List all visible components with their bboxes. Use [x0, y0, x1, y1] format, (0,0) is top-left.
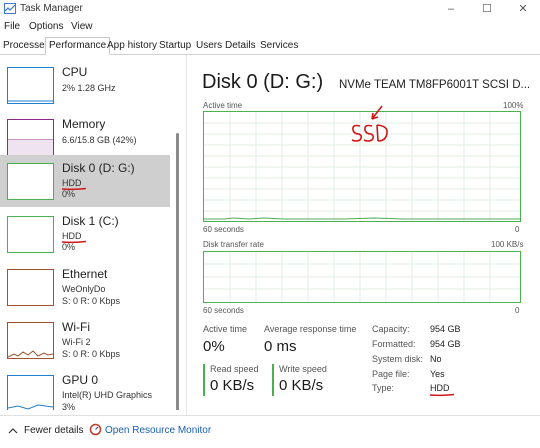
- type-value: HDD: [430, 383, 450, 393]
- minimize-button[interactable]: –: [436, 0, 466, 18]
- sidebar-item-detail: 6.6/15.8 GB (42%): [62, 135, 137, 145]
- resource-sidebar: CPU 2% 1.28 GHz Memory 6.6/15.8 GB (42%)…: [0, 55, 183, 410]
- disk-0-thumbnail-graph: [7, 163, 54, 200]
- sidebar-item-throughput: S: 0 R: 0 Kbps: [62, 349, 121, 359]
- capacity-value: 954 GB: [430, 324, 461, 334]
- write-speed-label: Write speed: [279, 364, 327, 374]
- ssd-handwritten-annotation: [351, 105, 388, 142]
- title-bar: Task Manager – ☐ ✕: [0, 0, 540, 18]
- red-underline-annotation: [61, 187, 87, 191]
- sidebar-item-label: Disk 0 (D: G:): [62, 161, 135, 175]
- capacity-label: Capacity:: [372, 324, 410, 334]
- avg-response-label: Average response time: [264, 324, 357, 334]
- active-time-graph-duration: 60 seconds: [203, 225, 244, 234]
- chevron-up-icon[interactable]: [8, 428, 18, 434]
- tab-users[interactable]: Users: [196, 39, 222, 54]
- tab-bar: Processes Performance App history Startu…: [0, 37, 540, 55]
- active-time-value: 0%: [203, 338, 225, 355]
- transfer-rate-graph: [203, 251, 521, 303]
- write-speed-indicator: [272, 364, 274, 396]
- red-underline-annotation: [61, 240, 87, 244]
- gpu-thumbnail-graph: [7, 375, 54, 410]
- wifi-thumbnail-graph: [7, 322, 54, 359]
- sidebar-item-ethernet[interactable]: Ethernet WeOnlyDo S: 0 R: 0 Kbps: [0, 261, 170, 313]
- write-speed-value: 0 KB/s: [279, 377, 324, 394]
- active-time-label: Active time: [203, 324, 248, 334]
- sidebar-item-gpu-0[interactable]: GPU 0 Intel(R) UHD Graphics 3%: [0, 367, 170, 410]
- red-underline-annotation: [429, 393, 455, 397]
- avg-response-value: 0 ms: [264, 338, 297, 355]
- sidebar-item-wifi[interactable]: Wi-Fi Wi-Fi 2 S: 0 R: 0 Kbps: [0, 314, 170, 366]
- tab-services[interactable]: Services: [260, 39, 298, 54]
- cpu-thumbnail-graph: [7, 67, 54, 104]
- tab-details[interactable]: Details: [225, 39, 256, 54]
- tab-app-history[interactable]: App history: [107, 39, 157, 54]
- read-speed-value: 0 KB/s: [210, 377, 255, 394]
- footer: Fewer details Open Resource Monitor: [0, 415, 540, 448]
- read-speed-label: Read speed: [210, 364, 259, 374]
- memory-thumbnail-graph: [7, 119, 54, 156]
- disk-1-thumbnail-graph: [7, 216, 54, 253]
- sidebar-item-label: GPU 0: [62, 373, 99, 387]
- disk-title: Disk 0 (D: G:): [202, 71, 324, 93]
- sidebar-item-detail: 2% 1.28 GHz: [62, 83, 116, 93]
- sidebar-scrollbar[interactable]: [175, 115, 181, 410]
- transfer-rate-graph-duration: 60 seconds: [203, 306, 244, 315]
- transfer-rate-graph-min: 0: [515, 306, 520, 315]
- page-file-value: Yes: [430, 369, 445, 379]
- tab-processes[interactable]: Processes: [3, 39, 50, 54]
- sidebar-item-adapter: Intel(R) UHD Graphics: [62, 390, 153, 400]
- ethernet-thumbnail-graph: [7, 269, 54, 306]
- resource-monitor-icon[interactable]: [89, 423, 102, 436]
- scrollbar-thumb[interactable]: [176, 133, 179, 410]
- tab-startup[interactable]: Startup: [159, 39, 191, 54]
- transfer-rate-graph-max: 100 KB/s: [491, 240, 524, 249]
- sidebar-item-label: Ethernet: [62, 267, 108, 281]
- menu-view[interactable]: View: [71, 21, 93, 32]
- sidebar-item-label: CPU: [62, 65, 88, 79]
- page-file-label: Page file:: [372, 369, 410, 379]
- sidebar-item-label: Wi-Fi: [62, 320, 90, 334]
- disk-model: NVMe TEAM TM8FP6001T SCSI D...: [339, 79, 531, 91]
- fewer-details-link[interactable]: Fewer details: [24, 425, 83, 436]
- sidebar-item-disk-1[interactable]: Disk 1 (C:) HDD 0%: [0, 208, 170, 260]
- sidebar-item-label: Memory: [62, 117, 106, 131]
- sidebar-item-disk-0[interactable]: Disk 0 (D: G:) HDD 0%: [0, 155, 170, 207]
- sidebar-item-usage: 3%: [62, 402, 76, 410]
- menu-file[interactable]: File: [4, 21, 20, 32]
- sidebar-item-adapter: WeOnlyDo: [62, 284, 106, 294]
- sidebar-item-cpu[interactable]: CPU 2% 1.28 GHz: [0, 59, 170, 111]
- window-title: Task Manager: [20, 3, 83, 14]
- system-disk-label: System disk:: [372, 354, 424, 364]
- close-button[interactable]: ✕: [508, 0, 538, 18]
- read-speed-indicator: [203, 364, 205, 396]
- system-disk-value: No: [430, 354, 442, 364]
- open-resource-monitor-link[interactable]: Open Resource Monitor: [105, 425, 211, 436]
- maximize-button[interactable]: ☐: [472, 0, 502, 18]
- menu-bar: File Options View: [0, 19, 540, 35]
- active-time-graph-max: 100%: [503, 101, 524, 110]
- active-time-graph-label: Active time: [203, 101, 243, 110]
- transfer-rate-graph-label: Disk transfer rate: [203, 240, 264, 249]
- active-time-graph-min: 0: [515, 225, 520, 234]
- tab-performance[interactable]: Performance: [45, 37, 111, 55]
- sidebar-item-label: Disk 1 (C:): [62, 214, 119, 228]
- task-manager-icon: [4, 3, 16, 14]
- sidebar-item-adapter: Wi-Fi 2: [62, 337, 91, 347]
- formatted-label: Formatted:: [372, 339, 416, 349]
- type-label: Type:: [372, 383, 395, 393]
- menu-options[interactable]: Options: [29, 21, 63, 32]
- sidebar-item-throughput: S: 0 R: 0 Kbps: [62, 296, 121, 306]
- formatted-value: 954 GB: [430, 339, 461, 349]
